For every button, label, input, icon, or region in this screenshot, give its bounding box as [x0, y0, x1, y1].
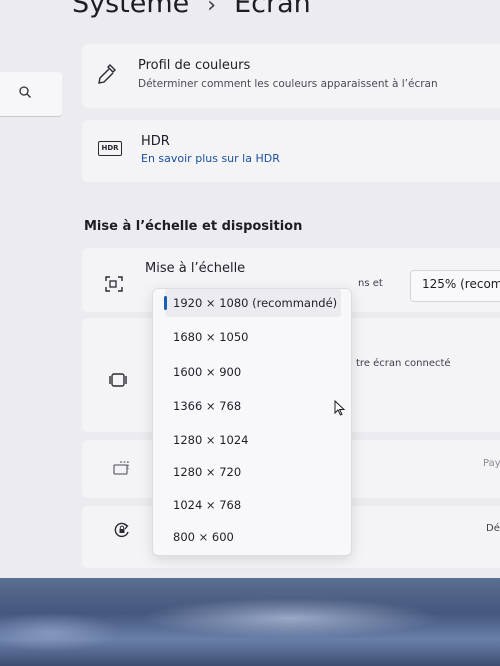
color-profile-subtitle: Déterminer comment les couleurs apparais… — [138, 78, 438, 90]
light-reflection — [140, 598, 440, 638]
breadcrumb: Système › Écran — [72, 0, 311, 19]
resolution-option[interactable]: 1920 × 1080 (recommandé) — [164, 289, 341, 317]
resolution-option[interactable]: 800 × 600 — [165, 523, 341, 551]
dropper-icon — [98, 64, 116, 84]
light-reflection — [0, 612, 120, 652]
mouse-cursor-icon — [334, 400, 346, 416]
color-profile-row[interactable]: Profil de couleurs Déterminer comment le… — [82, 44, 500, 108]
section-title-scale-layout: Mise à l’échelle et disposition — [84, 219, 303, 234]
search-button[interactable] — [0, 72, 62, 117]
resolution-option[interactable]: 1024 × 768 — [165, 491, 341, 519]
scale-dropdown-value: 125% (recom — [422, 277, 500, 291]
scale-dropdown[interactable]: 125% (recom — [410, 270, 500, 302]
selected-indicator — [164, 296, 167, 310]
resolution-option[interactable]: 1680 × 1050 — [165, 323, 341, 351]
hdr-learn-more-link[interactable]: En savoir plus sur la HDR — [141, 152, 280, 165]
settings-window: Système › Écran Profil de couleurs Détermi… — [0, 0, 500, 578]
rotation-lock-icon — [114, 522, 129, 538]
search-icon — [19, 86, 31, 98]
orientation-icon — [113, 461, 129, 475]
resolution-dropdown-list[interactable]: 1920 × 1080 (recommandé) 1680 × 1050 160… — [152, 288, 352, 556]
orientation-subtitle-partial: tre écran connecté — [356, 358, 451, 369]
scale-title: Mise à l’échelle — [145, 261, 246, 276]
color-profile-title: Profil de couleurs — [138, 58, 251, 73]
page-title: Écran — [234, 0, 311, 19]
breadcrumb-separator: › — [207, 0, 217, 18]
resolution-icon — [109, 373, 127, 387]
breadcrumb-parent[interactable]: Système — [72, 0, 189, 19]
resolution-option[interactable]: 1280 × 720 — [165, 458, 341, 486]
hdr-title: HDR — [141, 134, 170, 149]
resolution-option[interactable]: 1280 × 1024 — [165, 426, 341, 454]
hdr-icon: HDR — [98, 141, 122, 156]
orientation-value-partial: Pay — [483, 458, 500, 469]
resolution-option[interactable]: 1600 × 900 — [165, 358, 341, 386]
resolution-option[interactable]: 1366 × 768 — [165, 392, 341, 420]
rotation-value-partial: Dé — [486, 523, 500, 534]
hdr-row[interactable]: HDR HDR En savoir plus sur la HDR — [82, 120, 500, 182]
scale-icon — [105, 276, 123, 292]
scale-subtitle-partial: ns et — [358, 278, 383, 289]
